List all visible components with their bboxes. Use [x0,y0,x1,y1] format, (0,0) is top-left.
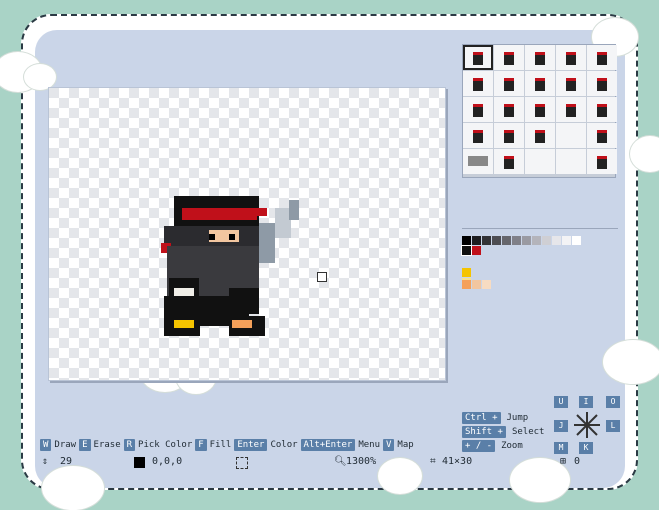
sprite-frame[interactable] [525,97,555,122]
sprite-frame[interactable] [463,71,493,96]
shortcut-label: Jump [506,413,529,423]
color-swatch[interactable] [462,268,471,277]
sprite-frame[interactable] [525,71,555,96]
grid-icon: ⊞ [560,456,567,467]
key-menu[interactable]: Alt+Enter [300,439,356,451]
key-select[interactable]: Shift + [462,426,506,438]
key-zoom[interactable]: + / - [462,440,496,452]
color-swatch[interactable] [492,236,501,245]
shortcut-label: Pick Color [138,440,193,450]
key-up[interactable]: U [554,396,568,408]
zoom-icon: 🔍︎ [334,456,347,467]
cloud-decoration [603,340,659,384]
sprite-frame[interactable] [556,123,586,148]
key-down[interactable]: K [579,442,593,454]
key-left[interactable]: J [554,420,568,432]
color-swatch[interactable] [472,236,481,245]
drawing-canvas[interactable] [48,87,446,381]
zoom-level: 1300% [346,456,377,467]
key-right[interactable]: L [606,420,620,432]
shortcut-label: Menu [358,440,380,450]
shortcut-label: Erase [93,440,121,450]
sprite-frame[interactable] [494,97,524,122]
direction-pad: U I O J L M K [554,396,622,454]
sprite-frame[interactable] [556,97,586,122]
key-top-right[interactable]: O [606,396,620,408]
shortcut-label: Zoom [501,441,523,451]
color-swatch[interactable] [462,280,471,289]
sprite-frame[interactable] [494,71,524,96]
selection-icon [236,457,248,469]
color-swatch[interactable] [462,236,471,245]
sprite-frame[interactable] [463,45,493,70]
sprite-frame[interactable] [587,123,617,148]
color-swatch[interactable] [552,236,561,245]
sprite-frame[interactable] [525,45,555,70]
sprite-frame[interactable] [556,149,586,174]
key-bottom-left[interactable]: M [554,442,568,454]
sprite-frame[interactable] [463,149,493,174]
shortcut-label: Color [270,440,298,450]
color-swatch[interactable] [502,236,511,245]
divider [462,228,618,229]
sprite-frame[interactable] [525,123,555,148]
color-swatch[interactable] [482,236,491,245]
shortcut-label: Draw [54,440,77,450]
canvas-size: 41×30 [442,456,473,467]
color-swatch[interactable] [542,236,551,245]
move-icon: ⇕ [42,456,49,467]
color-swatch[interactable] [522,236,531,245]
key-pick-color[interactable]: R [123,439,136,451]
current-color-swatch[interactable] [134,457,145,468]
sprite-frame[interactable] [587,71,617,96]
key-top-left[interactable]: I [579,396,593,408]
key-map[interactable]: V [383,439,395,451]
move-arrows-icon [574,412,600,438]
color-value: 0,0,0 [152,456,183,467]
color-swatch[interactable] [562,236,571,245]
status-bar: ⇕ 29 0,0,0 🔍︎ 1300% ⌗ 41×30 ⊞ 0 [40,456,620,470]
key-draw[interactable]: W [40,439,52,451]
color-swatch[interactable] [461,245,472,256]
key-jump[interactable]: Ctrl + [462,412,501,424]
sprite-frame[interactable] [525,149,555,174]
sprite-frame[interactable] [494,45,524,70]
extra-value: 0 [574,456,581,467]
sprite-frame[interactable] [463,123,493,148]
sprite-frame[interactable] [587,45,617,70]
shortcut-bar: W Draw E Erase R Pick Color F Fill Enter Colo… [40,439,414,451]
sprite-frame[interactable] [587,149,617,174]
sprite-frame[interactable] [556,45,586,70]
shortcut-label: Map [397,440,414,450]
sprite-frame[interactable] [494,123,524,148]
color-swatch[interactable] [472,280,481,289]
key-fill[interactable]: F [195,439,207,451]
sprite-frames-grid[interactable] [462,44,617,178]
color-swatch[interactable] [572,236,581,245]
shortcut-label: Select [511,427,545,437]
sprite-frame[interactable] [556,71,586,96]
key-color[interactable]: Enter [234,439,268,451]
shortcut-label: Fill [209,440,232,450]
color-swatch[interactable] [512,236,521,245]
key-erase[interactable]: E [79,439,91,451]
pixel-cursor [317,272,327,282]
sprite-frame[interactable] [463,97,493,122]
navigation-shortcuts: Ctrl + Jump Shift + Select + / - Zoom [462,411,544,453]
tool-count: 29 [60,456,73,467]
sprite-frame[interactable] [494,149,524,174]
color-swatch[interactable] [482,280,491,289]
canvas-size-icon: ⌗ [430,456,436,467]
cloud-decoration [42,466,104,510]
sprite-frame[interactable] [587,97,617,122]
color-swatch[interactable] [472,246,481,255]
color-swatch[interactable] [532,236,541,245]
